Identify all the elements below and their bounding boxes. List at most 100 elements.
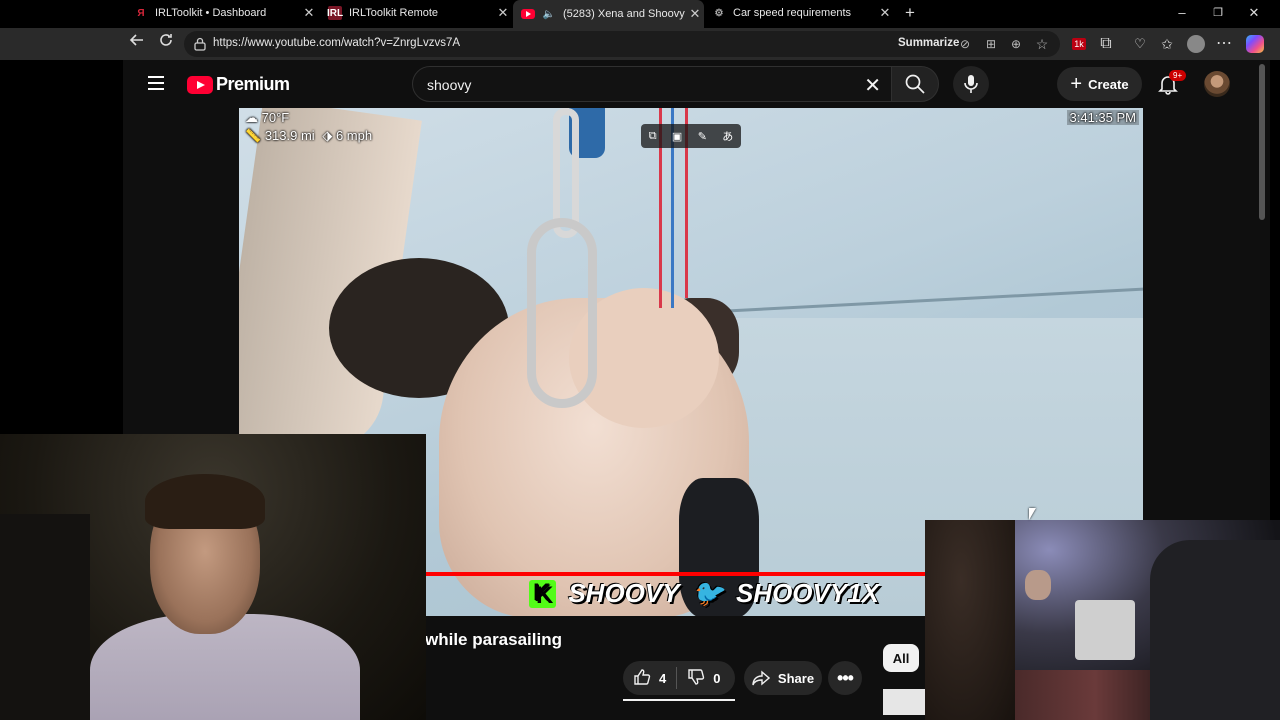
copilot-icon[interactable] [1243, 32, 1267, 56]
webcam-overlay-right [925, 520, 1280, 720]
favorites-icon[interactable]: ✩ [1155, 32, 1179, 56]
summarize-button[interactable]: Summarize [898, 37, 959, 49]
video-title: while parasailing [425, 630, 562, 649]
extensions-icon[interactable]: ⧉ [1094, 32, 1118, 56]
close-icon[interactable]: ✕ [876, 5, 894, 21]
thumbs-down-icon [687, 668, 705, 689]
share-label: Share [777, 670, 815, 686]
dislike-button[interactable]: 0 [677, 668, 730, 689]
ruler-icon: 📏 [245, 128, 262, 143]
more-actions-button[interactable]: ••• [828, 661, 862, 695]
avatar[interactable] [1204, 71, 1230, 97]
search-icon [905, 74, 925, 94]
extension-overlay-toolbar: ⧉ ▣ ✎ あ [641, 124, 741, 148]
webcam-scene-seat [1150, 540, 1280, 720]
search-button[interactable] [891, 66, 939, 102]
like-count: 4 [659, 670, 667, 686]
microphone-icon [964, 75, 978, 93]
speed-text: 6 mph [335, 128, 373, 143]
close-icon[interactable]: ✕ [686, 6, 704, 22]
hamburger-menu-icon[interactable] [148, 76, 164, 90]
cloud-icon: ☁ [245, 110, 258, 125]
dislike-count: 0 [713, 670, 721, 686]
streamer-banner: K SHOOVY 🐦 SHOOVY1X [529, 578, 879, 609]
search-input[interactable]: shoovy ✕ [412, 66, 892, 102]
irltoolkit-icon: IRL [326, 6, 344, 20]
webcam-scene-hair [145, 474, 265, 529]
restore-button[interactable]: ❐ [1204, 3, 1232, 23]
yandex-icon: Я [137, 7, 145, 19]
like-dislike-group: 4 0 [623, 661, 735, 695]
notes-icon[interactable]: ✎ [698, 130, 707, 143]
logo-text: Premium [216, 74, 290, 94]
tab-title: IRLToolkit • Dashboard [155, 7, 267, 19]
create-button[interactable]: + Create [1057, 67, 1142, 101]
notification-badge: 9+ [1169, 70, 1187, 81]
tab-car-speed[interactable]: ⚙ Car speed requirements ✕ [704, 0, 894, 26]
extension-badge-count: 1k [1072, 38, 1086, 50]
share-button[interactable]: Share [744, 661, 822, 695]
gear-icon: ⚙ [714, 7, 724, 19]
minimize-button[interactable]: – [1168, 3, 1196, 23]
distance-text: 313.9 mi [264, 128, 315, 143]
reload-icon[interactable] [154, 32, 178, 56]
kick-logo: K [529, 579, 557, 608]
favorite-star-icon[interactable]: ☆ [1033, 35, 1051, 53]
trip-overlay: 📏 313.9 mi ⬗ 6 mph [245, 128, 372, 144]
youtube-header: Premium shoovy ✕ + Create 9+ [123, 60, 1270, 108]
summary-icon[interactable]: ⊘ [956, 35, 974, 53]
twitter-name: SHOOVY1X [735, 578, 880, 608]
weather-text: 70°F [261, 110, 290, 125]
tab-title: (5283) Xena and Shoovy troll [563, 8, 686, 20]
address-bar[interactable]: https://www.youtube.com/watch?v=ZnrgLvzv… [184, 31, 1060, 57]
thumbs-up-icon [633, 668, 651, 689]
window-close-button[interactable]: ✕ [1240, 3, 1268, 23]
share-icon [752, 670, 770, 686]
pip-icon[interactable]: ⧉ [649, 130, 657, 143]
speed-icon: ⬗ [322, 128, 333, 143]
video-scene-horizon [678, 286, 1143, 315]
url-text[interactable]: https://www.youtube.com/watch?v=ZnrgLvzv… [213, 37, 460, 49]
browser-toolbar: https://www.youtube.com/watch?v=ZnrgLvzv… [0, 28, 1280, 60]
like-button[interactable]: 4 [623, 668, 676, 689]
browser-essentials-icon[interactable]: ♡ [1128, 32, 1152, 56]
close-icon[interactable]: ✕ [494, 5, 512, 21]
more-menu-icon[interactable]: ⋯ [1212, 32, 1236, 56]
clock-overlay: 3:41:35 PM [1066, 110, 1139, 125]
translate-icon[interactable]: あ [722, 128, 733, 144]
webcam-scene-person [925, 520, 1015, 720]
webcam-scene-equipment [1075, 600, 1135, 660]
tab-title: Car speed requirements [733, 7, 852, 19]
zoom-icon[interactable]: ⊕ [1007, 35, 1025, 53]
weather-overlay: ☁ 70°F [245, 110, 289, 126]
tab-strip: Я IRLToolkit • Dashboard ✕ IRL IRLToolki… [0, 0, 1280, 28]
voice-search-button[interactable] [953, 66, 989, 102]
speaker-icon[interactable]: 🔈 [542, 7, 556, 21]
plus-icon: + [1070, 73, 1083, 95]
screen-capture-icon[interactable]: ▣ [672, 130, 682, 143]
new-tab-button[interactable]: + [896, 3, 924, 23]
youtube-icon [521, 9, 535, 19]
tab-title: IRLToolkit Remote [349, 7, 439, 19]
back-icon[interactable] [125, 32, 149, 56]
recommended-thumbnail[interactable] [883, 689, 925, 715]
extension-badge-icon[interactable]: 1k [1067, 32, 1091, 56]
kick-name: SHOOVY [568, 578, 680, 608]
video-scene-carabiner [527, 218, 597, 408]
tab-irltoolkit-dashboard[interactable]: Я IRLToolkit • Dashboard ✕ [126, 0, 318, 26]
youtube-play-icon [187, 75, 213, 94]
tab-irltoolkit-remote[interactable]: IRL IRLToolkit Remote ✕ [320, 0, 512, 26]
chip-all[interactable]: All [883, 644, 919, 672]
app-available-icon[interactable]: ⊞ [982, 35, 1000, 53]
profile-icon[interactable] [1184, 32, 1208, 56]
webcam-overlay-left [0, 434, 426, 720]
search-query: shoovy [427, 77, 472, 93]
like-underline [623, 699, 735, 701]
tab-youtube-video[interactable]: 🔈 (5283) Xena and Shoovy troll ✕ [513, 0, 704, 28]
lock-icon [194, 37, 206, 51]
webcam-scene-person [1025, 570, 1051, 600]
close-icon[interactable]: ✕ [300, 5, 318, 21]
scrollbar[interactable] [1259, 64, 1265, 220]
clear-search-icon[interactable]: ✕ [864, 73, 881, 98]
youtube-logo[interactable]: Premium [187, 74, 290, 95]
